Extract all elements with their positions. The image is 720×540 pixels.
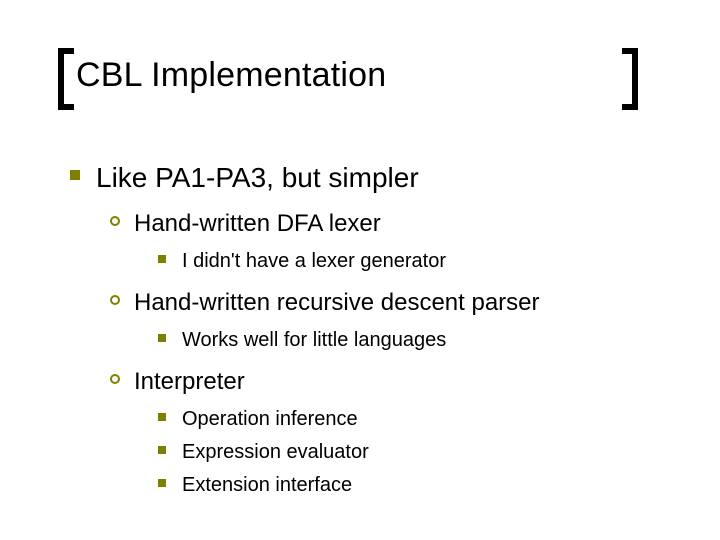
square-bullet-icon <box>70 170 80 180</box>
square-bullet-icon <box>158 446 166 454</box>
bullet-text: Interpreter <box>134 367 245 397</box>
bullet-level3: Operation inference <box>158 407 670 432</box>
slide-body: Like PA1-PA3, but simpler Hand-written D… <box>70 160 670 506</box>
slide-title: CBL Implementation <box>76 58 656 92</box>
bullet-level3: Expression evaluator <box>158 440 670 465</box>
bracket-right-icon <box>622 48 638 110</box>
bullet-text: Like PA1-PA3, but simpler <box>96 160 419 195</box>
slide: CBL Implementation Like PA1-PA3, but sim… <box>0 0 720 540</box>
bullet-level2: Interpreter <box>110 367 670 397</box>
bullet-level3: Works well for little languages <box>158 328 670 353</box>
bullet-text: Expression evaluator <box>182 440 369 465</box>
bullet-text: Hand-written DFA lexer <box>134 209 381 239</box>
bracket-left-icon <box>58 48 74 110</box>
bullet-text: Works well for little languages <box>182 328 446 353</box>
title-area: CBL Implementation <box>58 48 638 108</box>
bullet-text: I didn't have a lexer generator <box>182 249 446 274</box>
circle-bullet-icon <box>110 374 120 384</box>
bullet-text: Extension interface <box>182 473 352 498</box>
circle-bullet-icon <box>110 295 120 305</box>
bullet-level2: Hand-written recursive descent parser <box>110 288 670 318</box>
bullet-level1: Like PA1-PA3, but simpler <box>70 160 670 195</box>
circle-bullet-icon <box>110 216 120 226</box>
square-bullet-icon <box>158 255 166 263</box>
square-bullet-icon <box>158 334 166 342</box>
bullet-level3: Extension interface <box>158 473 670 498</box>
bullet-text: Hand-written recursive descent parser <box>134 288 540 318</box>
bullet-level3: I didn't have a lexer generator <box>158 249 670 274</box>
bullet-level2: Hand-written DFA lexer <box>110 209 670 239</box>
square-bullet-icon <box>158 479 166 487</box>
bullet-text: Operation inference <box>182 407 358 432</box>
square-bullet-icon <box>158 413 166 421</box>
